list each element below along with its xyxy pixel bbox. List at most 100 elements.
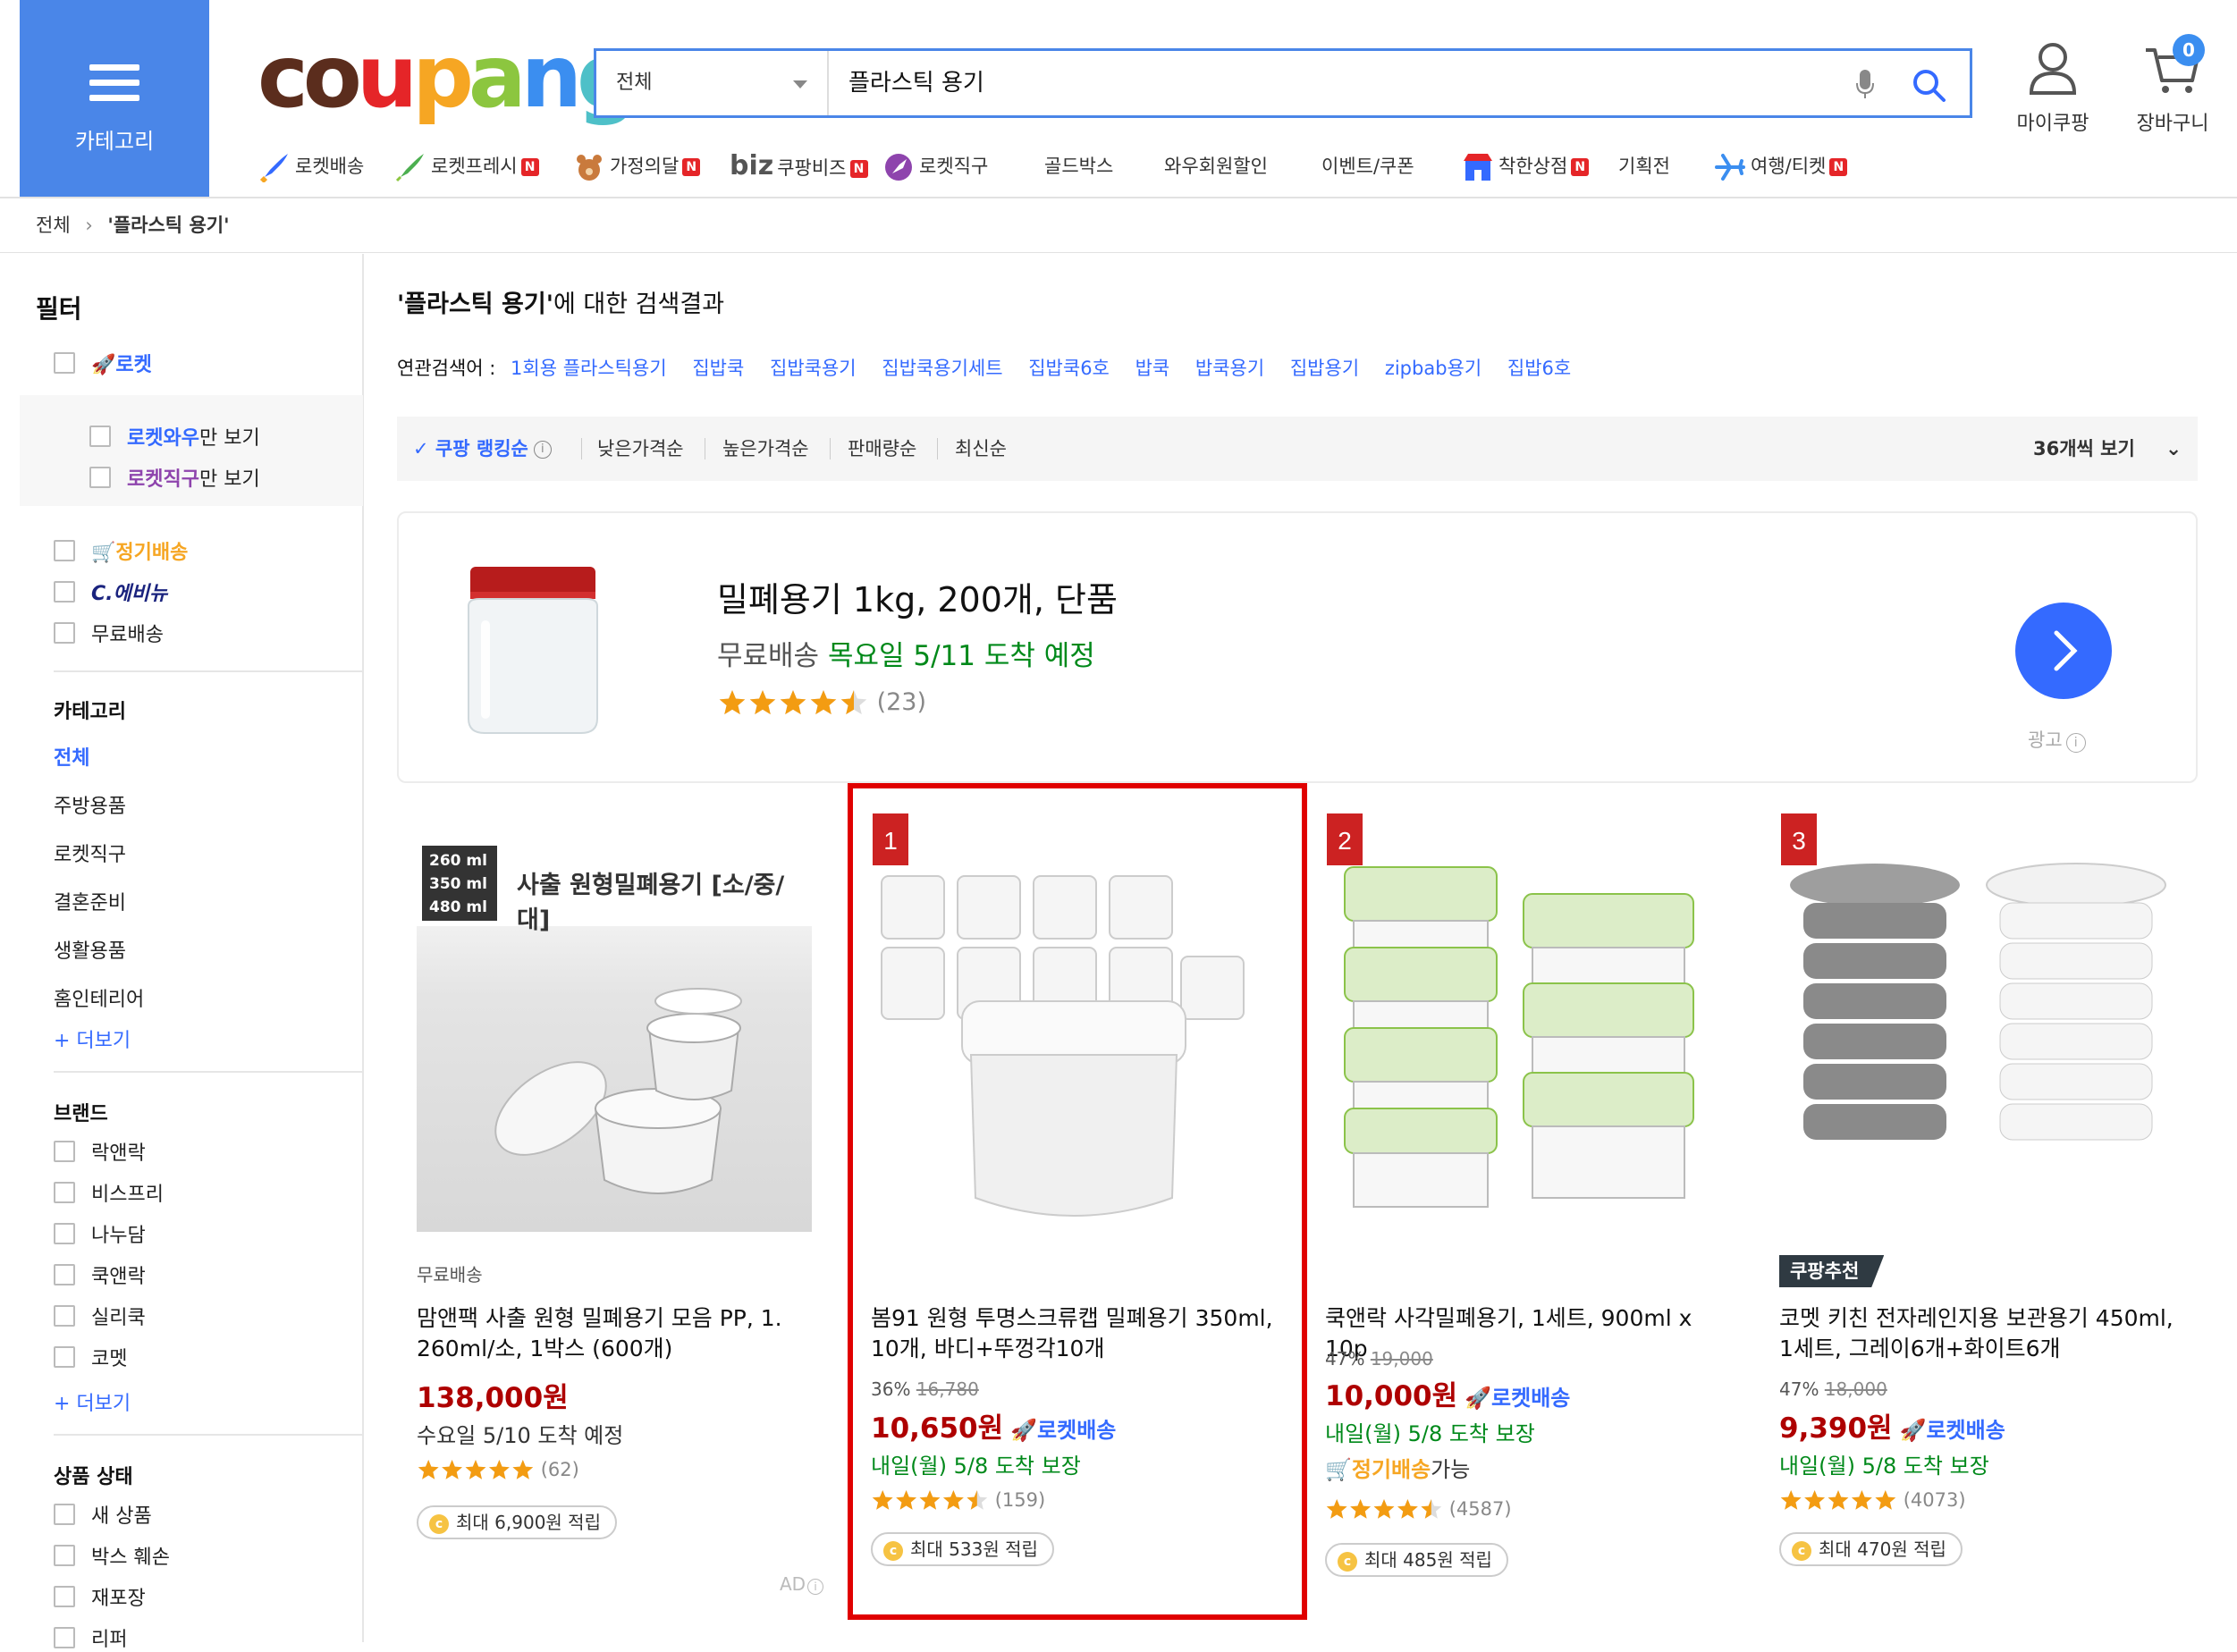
checkbox-condition[interactable] (54, 1504, 75, 1525)
per-page-select[interactable]: 36개씩 보기 ⌄ (2033, 417, 2182, 482)
category-all[interactable]: 전체 (54, 742, 89, 771)
checkbox-brand[interactable] (54, 1264, 75, 1285)
product-rating: (4587) (1325, 1498, 1512, 1521)
sort-newest[interactable]: 최신순 (955, 417, 1007, 481)
checkbox-c-avenue[interactable] (54, 581, 75, 603)
filter-subscription[interactable]: 🛒정기배송 (91, 536, 188, 565)
nav-coupang-biz[interactable]: biz 쿠팡비즈 N (730, 150, 868, 184)
filter-rocket-wow[interactable]: 로켓와우만 보기 (127, 422, 260, 451)
search-icon[interactable] (1911, 67, 1946, 103)
checkbox-brand[interactable] (54, 1305, 75, 1327)
nav-family-month[interactable]: 가정의달 N (574, 150, 701, 182)
header-divider (0, 197, 2237, 198)
checkbox-brand[interactable] (54, 1223, 75, 1244)
mypage-button[interactable]: 마이쿠팡 (2012, 41, 2094, 136)
rocket-green-icon (395, 152, 426, 182)
product-image[interactable] (1781, 858, 2174, 1234)
checkbox-subscription[interactable] (54, 540, 75, 561)
nav-rocket-fresh[interactable]: 로켓프레시 N (395, 150, 539, 182)
nav-gold-box[interactable]: 골드박스 (1044, 150, 1113, 182)
highlight-box (848, 783, 1307, 1620)
product-name[interactable]: 코멧 키친 전자레인지용 보관용기 450ml, 1세트, 그레이6개+화이트6… (1779, 1303, 2191, 1364)
nav-rocket-jikgu[interactable]: 로켓직구 (883, 150, 988, 182)
checkbox-condition[interactable] (54, 1545, 75, 1566)
filter-rocket[interactable]: 🚀로켓 (91, 349, 152, 377)
checkbox-brand[interactable] (54, 1141, 75, 1162)
star-filled-icon (512, 1460, 534, 1479)
rating-stars (418, 1460, 534, 1479)
sort-high-price[interactable]: 높은가격순 (722, 417, 809, 481)
category-living[interactable]: 생활용품 (54, 935, 126, 964)
checkbox-rocket[interactable] (54, 352, 75, 374)
product-image[interactable] (1327, 840, 1720, 1234)
related-keyword[interactable]: 밥쿡 (1135, 358, 1170, 379)
filter-free-shipping[interactable]: 무료배송 (91, 619, 164, 647)
category-menu-button[interactable]: 카테고리 (20, 0, 209, 197)
breadcrumb-root[interactable]: 전체 (36, 215, 71, 236)
related-label: 연관검색어 : (397, 358, 496, 379)
subscription-available: 🛒정기배송가능 (1325, 1457, 1471, 1482)
checkbox-brand[interactable] (54, 1346, 75, 1368)
brand-more-link[interactable]: + 더보기 (54, 1387, 131, 1416)
product-card[interactable]: 2 쿡앤락 사각밀폐용기, 1세트, 900ml x 10p 47% 19,00… (1305, 787, 1752, 1620)
brand-item[interactable]: 쿡앤락 (91, 1260, 146, 1289)
filter-rocket-jikgu[interactable]: 로켓직구만 보기 (127, 463, 260, 492)
checkbox-rocket-jikgu[interactable] (89, 467, 111, 488)
ad-next-button[interactable] (2015, 603, 2112, 699)
nav-good-store[interactable]: 착한상점 N (1463, 150, 1590, 182)
nav-rocket-delivery[interactable]: 로켓배송 (259, 150, 364, 184)
related-keyword[interactable]: 집밥쿡용기세트 (882, 358, 1002, 379)
condition-item[interactable]: 재포장 (91, 1582, 146, 1611)
related-keyword[interactable]: zipbab용기 (1385, 358, 1481, 379)
sort-low-price[interactable]: 낮은가격순 (597, 417, 684, 481)
brand-item[interactable]: 실리쿡 (91, 1302, 146, 1330)
product-card[interactable]: 3 쿠팡추천 코멧 키친 전자레인지용 보관용기 450ml, 1세트, 그레이… (1760, 787, 2207, 1620)
condition-item[interactable]: 리퍼 (91, 1623, 127, 1652)
ad-banner[interactable]: 밀폐용기 1kg, 200개, 단품 무료배송 목요일 5/11 도착 예정 (… (397, 511, 2198, 783)
ad-label: 광고 i (2028, 726, 2086, 753)
product-rating: (62) (417, 1459, 579, 1482)
nav-wow-discount[interactable]: 와우회원할인 (1164, 150, 1268, 182)
condition-item[interactable]: 박스 훼손 (91, 1541, 170, 1570)
checkbox-brand[interactable] (54, 1182, 75, 1203)
nav-special-exhibit[interactable]: 기획전 (1618, 150, 1670, 182)
cart-button[interactable]: 장바구니 (2128, 45, 2217, 136)
related-keyword[interactable]: 집밥6호 (1507, 358, 1571, 379)
nav-events-coupons[interactable]: 이벤트/쿠폰 (1321, 150, 1414, 182)
checkbox-free-shipping[interactable] (54, 622, 75, 644)
checkbox-rocket-wow[interactable] (89, 426, 111, 447)
sort-sales[interactable]: 판매량순 (848, 417, 916, 481)
ad-product-image[interactable] (461, 567, 604, 737)
search-category-select[interactable]: 전체 (596, 51, 829, 115)
microphone-icon[interactable] (1855, 69, 1875, 99)
related-keyword[interactable]: 밥쿡용기 (1195, 358, 1264, 379)
category-interior[interactable]: 홈인테리어 (54, 983, 144, 1012)
ad-product-title[interactable]: 밀폐용기 1kg, 200개, 단품 (717, 572, 1118, 621)
checkbox-condition[interactable] (54, 1586, 75, 1607)
sort-coupang-ranking[interactable]: ✓ 쿠팡 랭킹순 i (413, 417, 552, 481)
brand-item[interactable]: 비스프리 (91, 1178, 164, 1207)
related-keyword[interactable]: 1회용 플라스틱용기 (511, 358, 667, 379)
checkbox-condition[interactable] (54, 1627, 75, 1648)
product-card[interactable]: 260 ml 350 ml 480 ml 사출 원형밀폐용기 [소/중/대] 무료배… (397, 787, 844, 1620)
filter-sidebar: 필터 🚀로켓 로켓와우만 보기 로켓직구만 보기 🛒정기배송 C.에비뉴 무료배… (20, 254, 364, 1651)
new-badge: N (520, 158, 539, 176)
related-keyword[interactable]: 집밥쿡6호 (1028, 358, 1110, 379)
product-name[interactable]: 맘앤팩 사출 원형 밀폐용기 모음 PP, 1. 260ml/소, 1박스 (6… (417, 1303, 828, 1364)
category-kitchen[interactable]: 주방용품 (54, 790, 126, 819)
coupang-logo[interactable]: coupang (257, 32, 638, 122)
nav-travel-ticket[interactable]: 여행/티켓 N (1715, 150, 1848, 182)
product-image[interactable]: 260 ml 350 ml 480 ml 사출 원형밀폐용기 [소/중/대] (417, 840, 812, 1232)
brand-item[interactable]: 나누담 (91, 1219, 146, 1248)
brand-item[interactable]: 코멧 (91, 1343, 127, 1371)
related-keyword[interactable]: 집밥쿡 (692, 358, 744, 379)
related-keyword[interactable]: 집밥용기 (1290, 358, 1359, 379)
related-keyword[interactable]: 집밥쿡용기 (770, 358, 857, 379)
condition-item[interactable]: 새 상품 (91, 1500, 152, 1529)
category-more-link[interactable]: + 더보기 (54, 1024, 131, 1053)
category-rocket-jikgu[interactable]: 로켓직구 (54, 839, 126, 867)
search-input[interactable]: 플라스틱 용기 (848, 51, 984, 115)
filter-c-avenue[interactable]: C.에비뉴 (91, 577, 167, 606)
brand-item[interactable]: 락앤락 (91, 1137, 146, 1166)
category-wedding[interactable]: 결혼준비 (54, 887, 126, 915)
